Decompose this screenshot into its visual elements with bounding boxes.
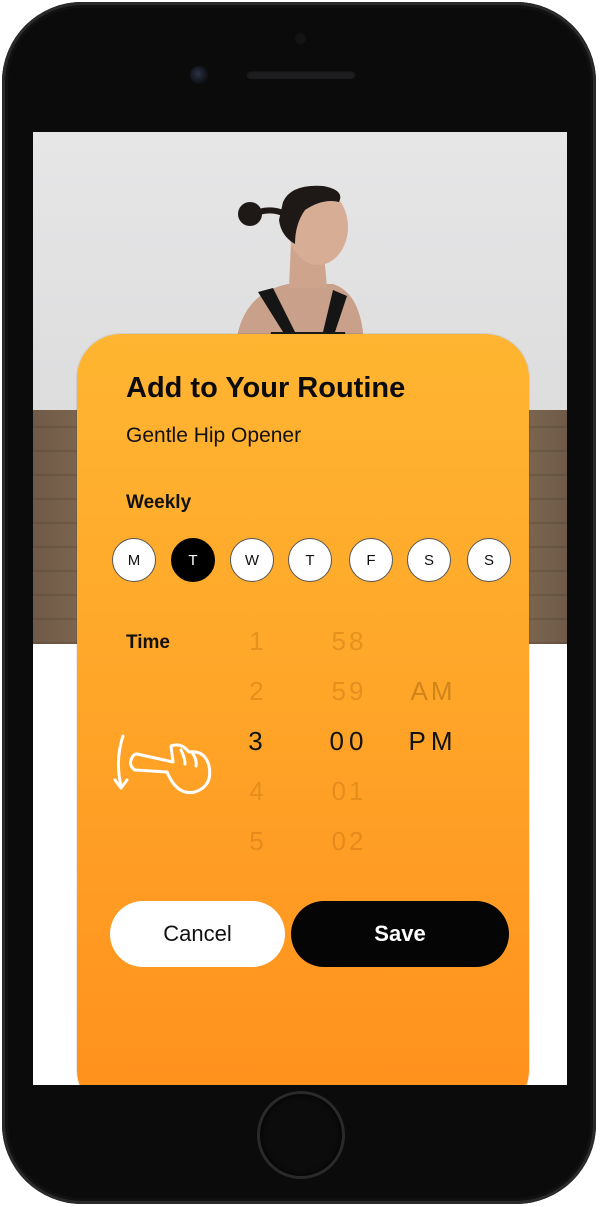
day-friday[interactable]: F [349, 538, 393, 582]
front-camera [190, 66, 208, 84]
minute-option[interactable]: 02 [319, 816, 379, 866]
minute-wheel[interactable]: 58 59 00 01 02 [319, 616, 379, 866]
minute-option[interactable]: 58 [319, 616, 379, 666]
day-tuesday[interactable]: T [171, 538, 215, 582]
earpiece-speaker [246, 70, 356, 79]
day-wednesday[interactable]: W [230, 538, 274, 582]
phone-frame: Add to Your Routine Gentle Hip Opener We… [2, 2, 596, 1204]
add-routine-card: Add to Your Routine Gentle Hip Opener We… [77, 334, 529, 1085]
proximity-sensor [294, 32, 307, 45]
hour-option[interactable]: 5 [238, 816, 278, 866]
card-title: Add to Your Routine [126, 372, 406, 404]
hour-option[interactable]: 1 [238, 616, 278, 666]
day-sunday[interactable]: S [467, 538, 511, 582]
ampm-option-am[interactable]: AM [393, 666, 473, 716]
day-saturday[interactable]: S [407, 538, 451, 582]
hour-option[interactable]: 4 [238, 766, 278, 816]
screen: Add to Your Routine Gentle Hip Opener We… [33, 132, 567, 1085]
cancel-button[interactable]: Cancel [110, 901, 285, 967]
hour-wheel[interactable]: 1 2 3 4 5 [238, 616, 278, 866]
minute-option[interactable]: 59 [319, 666, 379, 716]
minute-option[interactable]: 01 [319, 766, 379, 816]
day-monday[interactable]: M [112, 538, 156, 582]
save-button[interactable]: Save [291, 901, 509, 967]
workout-name: Gentle Hip Opener [126, 424, 302, 447]
hand-swipe-icon [113, 734, 212, 795]
day-thursday[interactable]: T [288, 538, 332, 582]
hour-option[interactable]: 2 [238, 666, 278, 716]
hour-selected[interactable]: 3 [238, 716, 278, 766]
ampm-selected-pm[interactable]: PM [393, 716, 473, 766]
minute-selected[interactable]: 00 [319, 716, 379, 766]
weekday-selector: M T W T F S S [112, 538, 517, 582]
ampm-wheel[interactable]: AM PM [393, 666, 473, 766]
weekly-label: Weekly [126, 492, 192, 513]
time-label: Time [126, 632, 171, 653]
home-button[interactable] [260, 1094, 342, 1176]
